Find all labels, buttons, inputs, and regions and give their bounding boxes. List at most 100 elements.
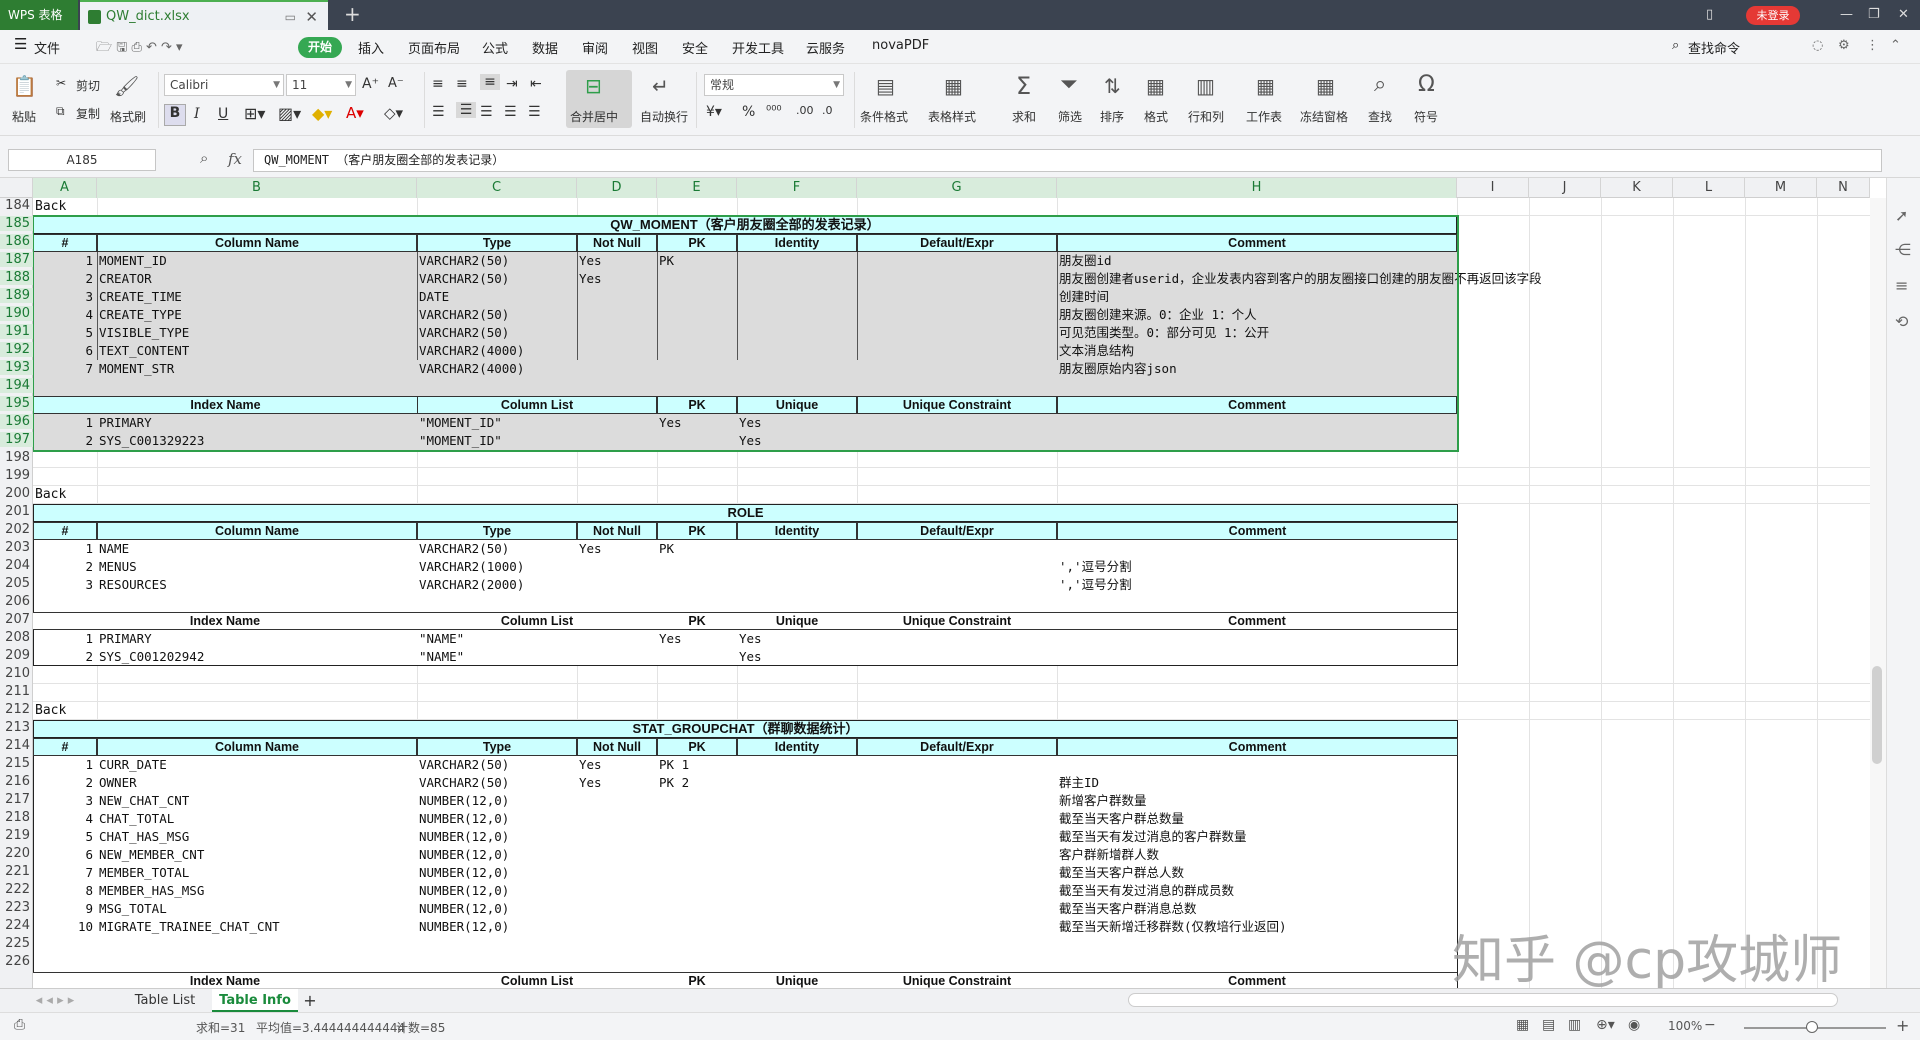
find-label[interactable]: 查找 (1368, 108, 1392, 125)
properties-icon[interactable]: ≡ (1895, 276, 1908, 295)
row-header[interactable]: 188 (0, 270, 33, 285)
table-cell[interactable]: Yes (659, 630, 682, 648)
font-name-select[interactable]: Calibri ▼ (164, 74, 284, 96)
login-badge[interactable]: 未登录 (1746, 6, 1800, 25)
table-cell[interactable]: VISIBLE_TYPE (99, 324, 189, 342)
border-icon[interactable]: ⊞▾ (244, 104, 265, 123)
table-cell[interactable]: Yes (659, 414, 682, 432)
zoom-in-icon[interactable]: + (1896, 1016, 1909, 1035)
indent-icon[interactable]: ⇥ (506, 76, 518, 92)
table-cell[interactable]: PK 2 (659, 774, 689, 792)
hamburger-icon[interactable]: ☰ (14, 35, 27, 53)
row-header[interactable]: 187 (0, 252, 33, 267)
table-cell[interactable]: CREATE_TYPE (99, 306, 182, 324)
row-header[interactable]: 205 (0, 576, 33, 591)
minimize-icon[interactable]: — (1840, 0, 1853, 30)
page-view-icon[interactable]: ▤ (1542, 1017, 1555, 1033)
freeze-panes-icon[interactable]: ▦ (1316, 74, 1335, 98)
column-header[interactable]: H (1057, 178, 1457, 198)
collapse-ribbon-icon[interactable]: ⌃ (1890, 38, 1901, 53)
spreadsheet-grid[interactable]: Back QW_MOMENT（客户朋友圈全部的发表记录） # Column Na… (33, 198, 1870, 990)
column-header[interactable]: C (417, 178, 577, 198)
zoom-icon[interactable]: ⌕ (200, 149, 208, 167)
table-cell[interactable]: "MOMENT_ID" (419, 432, 502, 450)
table-cell[interactable]: NUMBER(12,0) (419, 792, 509, 810)
conditional-format-label[interactable]: 条件格式 (860, 108, 908, 125)
file-tab[interactable]: QW_dict.xlsx ▭ ✕ (80, 0, 328, 30)
table-cell[interactable]: 1 (33, 540, 93, 558)
number-format-select[interactable]: 常规 ▼ (704, 74, 844, 96)
table-cell[interactable]: TEXT_CONTENT (99, 342, 189, 360)
back-link[interactable]: Back (35, 199, 66, 214)
table-cell[interactable]: VARCHAR2(50) (419, 540, 509, 558)
menu-data[interactable]: 数据 (532, 38, 558, 57)
table-cell[interactable]: SYS_C001202942 (99, 648, 204, 666)
table-cell[interactable]: VARCHAR2(4000) (419, 360, 524, 378)
percent-icon[interactable]: % (742, 104, 755, 120)
table-cell[interactable]: 1 (33, 252, 93, 270)
table-cell[interactable]: 截至当天客户群消息总数 (1059, 900, 1197, 918)
table-cell[interactable]: 6 (33, 342, 93, 360)
format-label[interactable]: 格式 (1144, 108, 1168, 125)
table-cell[interactable]: 10 (33, 918, 93, 936)
column-header[interactable]: J (1529, 178, 1601, 198)
zoom-out-icon[interactable]: − (1704, 1017, 1716, 1033)
restore-icon[interactable]: ❐ (1868, 0, 1880, 30)
row-header[interactable]: 196 (0, 414, 33, 429)
table-cell[interactable]: VARCHAR2(50) (419, 252, 509, 270)
row-header[interactable]: 200 (0, 486, 33, 501)
table-style-label[interactable]: 表格样式 (928, 108, 976, 125)
back-link[interactable]: Back (35, 703, 66, 718)
table-cell[interactable]: VARCHAR2(2000) (419, 576, 524, 594)
table-cell[interactable]: Yes (579, 756, 602, 774)
menu-security[interactable]: 安全 (682, 38, 708, 57)
cut-label[interactable]: 剪切 (76, 77, 100, 94)
row-header[interactable]: 209 (0, 648, 33, 663)
menu-developer[interactable]: 开发工具 (732, 38, 784, 57)
table-cell[interactable]: 7 (33, 864, 93, 882)
table-cell[interactable]: 1 (33, 630, 93, 648)
table-cell[interactable]: 可见范围类型。0：部分可见 1：公开 (1059, 324, 1269, 342)
table-cell[interactable]: 2 (33, 774, 93, 792)
close-tab-icon[interactable]: ✕ (305, 2, 318, 32)
worksheet-label[interactable]: 工作表 (1246, 108, 1282, 125)
table-cell[interactable]: 朋友圈创建来源。0：企业 1：个人 (1059, 306, 1257, 324)
table-cell[interactable]: OWNER (99, 774, 137, 792)
table-cell[interactable]: MENUS (99, 558, 137, 576)
fill-pattern-icon[interactable]: ▨▾ (278, 104, 301, 123)
table-cell[interactable]: 3 (33, 576, 93, 594)
menu-view[interactable]: 视图 (632, 38, 658, 57)
table-cell[interactable]: MIGRATE_TRAINEE_CHAT_CNT (99, 918, 280, 936)
sheet-tab-table-info[interactable]: Table Info (212, 989, 298, 1012)
vertical-scrollbar[interactable] (1870, 198, 1886, 988)
table-cell[interactable]: 截至当天新增迁移群数(仅教培行业返回) (1059, 918, 1287, 936)
row-header[interactable]: 217 (0, 792, 33, 807)
normal-view-icon[interactable]: ▦ (1516, 1017, 1529, 1033)
row-header[interactable]: 192 (0, 342, 33, 357)
close-window-icon[interactable]: ✕ (1898, 0, 1909, 30)
thousands-icon[interactable]: ⁰⁰⁰ (766, 104, 782, 119)
table-cell[interactable]: Yes (739, 414, 762, 432)
sheet-nav-arrows[interactable]: ◂ ◂ ▸ ▸ (10, 989, 100, 1012)
table-style-icon[interactable]: ▦ (944, 74, 963, 98)
table-cell[interactable]: VARCHAR2(4000) (419, 342, 524, 360)
row-header[interactable]: 221 (0, 864, 33, 879)
row-header[interactable]: 208 (0, 630, 33, 645)
decrease-decimal-icon[interactable]: .0 (822, 104, 833, 117)
symbol-icon[interactable]: Ω (1418, 72, 1435, 97)
table-cell[interactable]: MOMENT_ID (99, 252, 167, 270)
align-middle-icon[interactable]: ≡ (456, 76, 468, 92)
table-cell[interactable]: 截至当天有发过消息的客户群数量 (1059, 828, 1247, 846)
table-cell[interactable]: VARCHAR2(50) (419, 324, 509, 342)
zoom-level[interactable]: 100% (1668, 1019, 1702, 1033)
horizontal-scrollbar[interactable] (1128, 993, 1838, 1007)
table-cell[interactable]: CHAT_HAS_MSG (99, 828, 189, 846)
row-header[interactable]: 201 (0, 504, 33, 519)
table-cell[interactable]: Yes (579, 540, 602, 558)
table-cell[interactable]: VARCHAR2(50) (419, 306, 509, 324)
column-header[interactable]: F (737, 178, 857, 198)
table-cell[interactable]: PRIMARY (99, 630, 152, 648)
table-cell[interactable]: NAME (99, 540, 129, 558)
table-cell[interactable]: 1 (33, 414, 93, 432)
table-cell[interactable]: 朋友圈原始内容json (1059, 360, 1177, 378)
